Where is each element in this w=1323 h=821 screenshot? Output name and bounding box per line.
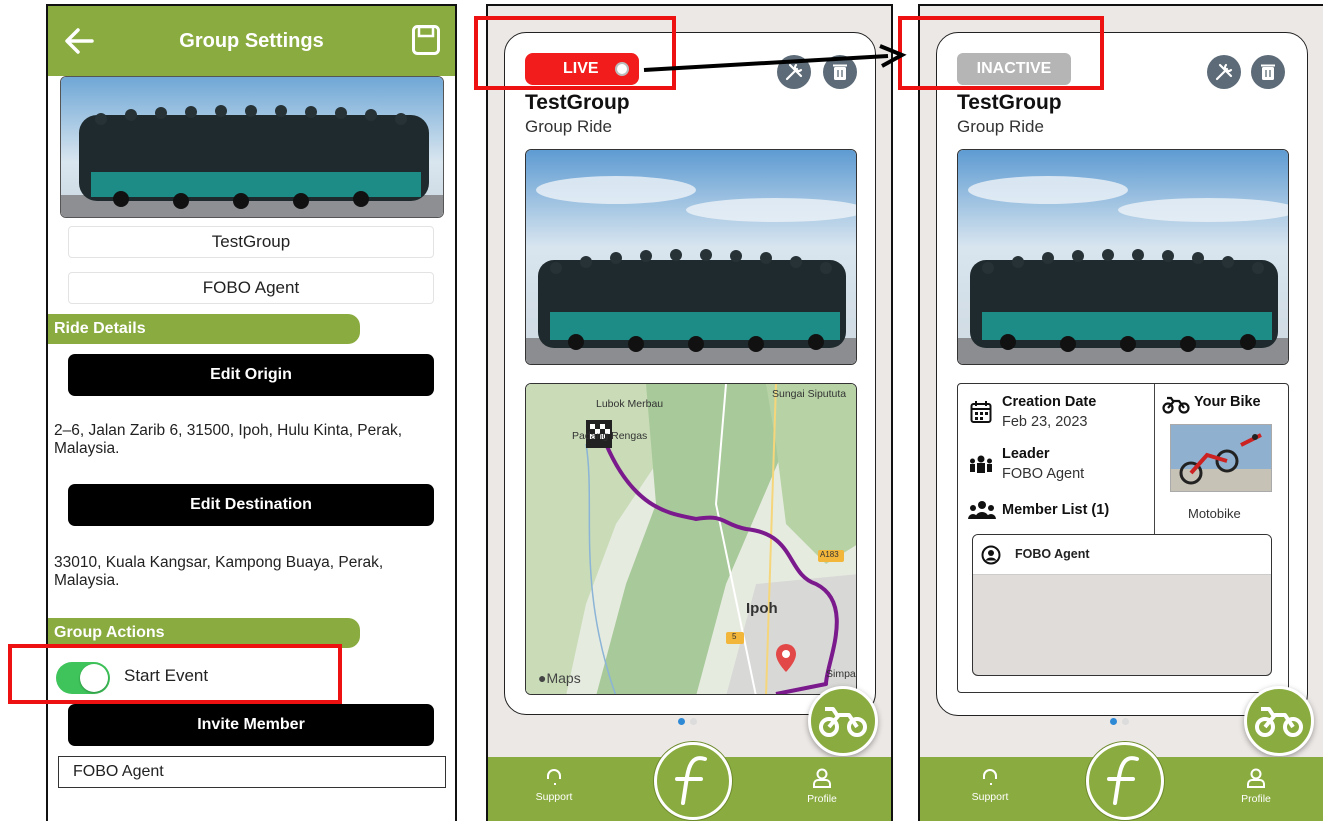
map-label-a183: A183 (820, 550, 839, 559)
inactive-group-screen: INACTIVE TestGroup Group Ride Creation D… (918, 4, 1323, 821)
group-details-panel: Creation Date Feb 23, 2023 Leader FOBO A… (957, 383, 1289, 693)
leader-name-field[interactable]: FOBO Agent (68, 272, 434, 304)
app-logo-button[interactable] (654, 742, 732, 820)
leader-value: FOBO Agent (1002, 466, 1085, 482)
bike-fab-button[interactable] (808, 686, 878, 756)
map-label-ipoh: Ipoh (746, 600, 778, 617)
annotation-start-event (8, 644, 342, 704)
map-label-simpang: Simpa (826, 668, 856, 680)
bike-photo[interactable] (1170, 424, 1272, 492)
annotation-inactive-badge (898, 16, 1104, 90)
motorbike-icon (1162, 396, 1190, 414)
origin-address: 2–6, Jalan Zarib 6, 31500, Ipoh, Hulu Ki… (54, 422, 403, 457)
calendar-icon (970, 401, 992, 423)
your-bike-label: Your Bike (1194, 394, 1261, 410)
member-field[interactable]: FOBO Agent (58, 756, 446, 788)
trash-icon (1261, 64, 1275, 80)
page-title: Group Settings (179, 30, 324, 52)
member-name: FOBO Agent (1015, 547, 1090, 561)
ride-details-heading: Ride Details (48, 314, 360, 344)
header-bar: Group Settings (48, 6, 455, 76)
creation-date-label: Creation Date (1002, 394, 1097, 410)
logo-f-icon (675, 756, 707, 805)
motorbike-icon (1255, 707, 1303, 737)
map-label-road-5: 5 (732, 632, 737, 641)
edit-destination-button[interactable]: Edit Destination (68, 484, 434, 526)
nav-support[interactable]: Support (524, 767, 584, 803)
floppy-disk-icon[interactable] (411, 24, 441, 56)
page-indicator (678, 718, 702, 726)
destination-address: 33010, Kuala Kangsar, Kampong Buaya, Per… (54, 554, 384, 589)
group-card: INACTIVE TestGroup Group Ride Creation D… (936, 32, 1308, 716)
settings-button[interactable] (1207, 55, 1241, 89)
group-name-field[interactable]: TestGroup (68, 226, 434, 258)
member-list-panel: FOBO Agent (972, 534, 1272, 676)
page-dot-active[interactable] (678, 718, 685, 725)
app-logo-button[interactable] (1086, 742, 1164, 820)
annotation-arrow-icon (643, 44, 907, 72)
bike-fab-button[interactable] (1244, 686, 1314, 756)
invite-member-button[interactable]: Invite Member (68, 704, 434, 746)
nav-profile[interactable]: Profile (792, 767, 852, 805)
user-icon (1247, 768, 1265, 788)
creation-date-value: Feb 23, 2023 (1002, 414, 1088, 430)
leader-icon (970, 455, 992, 473)
details-divider (1154, 384, 1155, 534)
headset-icon (983, 769, 997, 785)
group-type: Group Ride (525, 117, 612, 136)
live-group-screen: LIVE TestGroup Group Ride Lubok Merbau S… (486, 4, 893, 821)
bike-name: Motobike (1188, 506, 1241, 521)
group-photo[interactable] (525, 149, 857, 365)
nav-support-label: Support (535, 791, 573, 803)
nav-profile-label: Profile (807, 793, 837, 805)
logo-f-icon (1107, 756, 1139, 805)
leader-label: Leader (1002, 446, 1050, 462)
nav-support[interactable]: Support (960, 767, 1020, 803)
nav-profile[interactable]: Profile (1226, 767, 1286, 805)
members-icon (968, 501, 996, 519)
group-photo[interactable] (957, 149, 1289, 365)
group-type: Group Ride (957, 117, 1044, 136)
maps-attribution: ●Maps (538, 670, 581, 686)
group-name: TestGroup (957, 91, 1062, 114)
page-dot[interactable] (1122, 718, 1129, 725)
tools-icon (1215, 63, 1233, 81)
map-label-lubok-merbau: Lubok Merbau (596, 398, 664, 410)
user-icon (813, 768, 831, 788)
list-item[interactable]: FOBO Agent (973, 535, 1271, 575)
headset-icon (547, 769, 561, 785)
group-name: TestGroup (525, 91, 630, 114)
group-photo[interactable] (60, 76, 444, 218)
map-label-sungai-siput: Sungai Sipututa (772, 388, 847, 400)
user-circle-icon (981, 545, 1001, 565)
member-list-label[interactable]: Member List (1) (1002, 502, 1109, 518)
edit-origin-button[interactable]: Edit Origin (68, 354, 434, 396)
motorbike-icon (819, 707, 867, 737)
nav-profile-label: Profile (1241, 793, 1271, 805)
nav-support-label: Support (971, 791, 1009, 803)
page-indicator (1110, 718, 1134, 726)
map-label-padang-rengas: Padang Rengas (572, 430, 648, 442)
route-map[interactable]: Lubok Merbau Sungai Sipututa Padang Reng… (525, 383, 857, 695)
delete-button[interactable] (1251, 55, 1285, 89)
group-card: LIVE TestGroup Group Ride Lubok Merbau S… (504, 32, 876, 715)
page-dot-active[interactable] (1110, 718, 1117, 725)
page-dot[interactable] (690, 718, 697, 725)
